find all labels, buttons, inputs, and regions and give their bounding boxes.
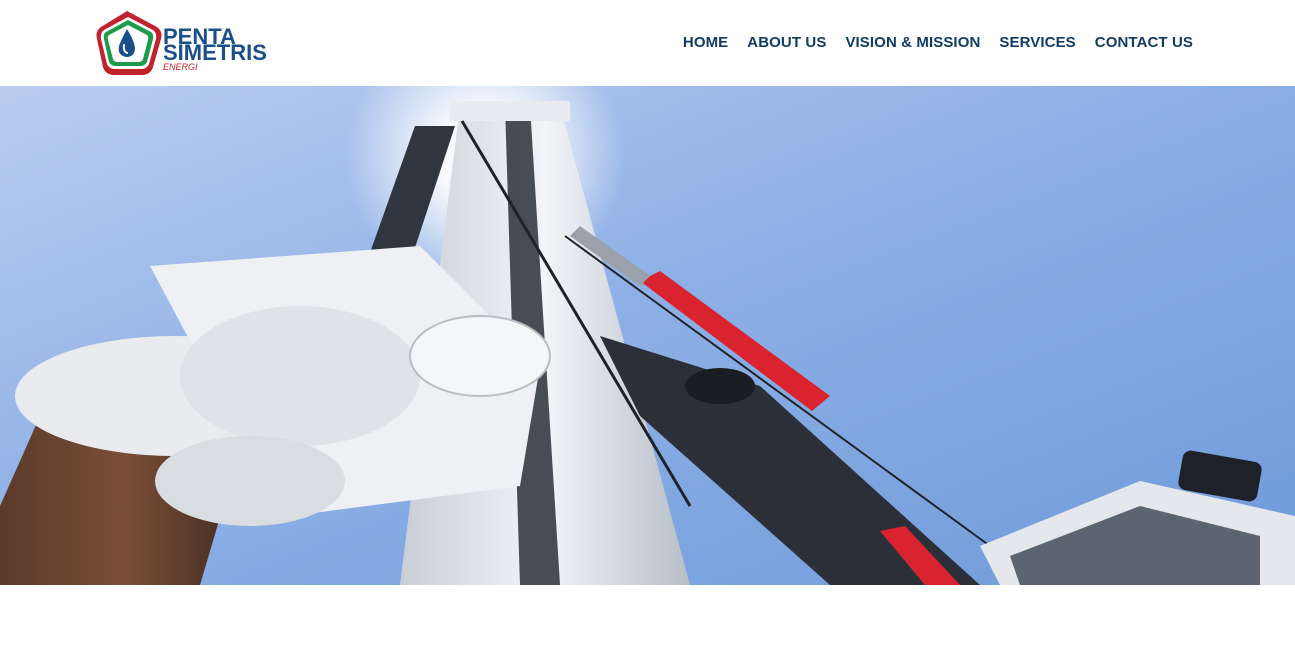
nav-services[interactable]: SERVICES xyxy=(999,34,1075,52)
hub-plate xyxy=(409,315,551,397)
hero-banner xyxy=(0,86,1295,585)
nav-home[interactable]: HOME xyxy=(683,34,728,52)
nav-about-us[interactable]: ABOUT US xyxy=(747,34,826,52)
mast-top xyxy=(450,101,570,121)
brand-wordmark: PENTA SIMETRIS ENERGI xyxy=(163,24,267,72)
drilling-rig-image xyxy=(0,86,1295,585)
main-nav: HOME ABOUT US VISION & MISSION SERVICES … xyxy=(664,34,1193,52)
nav-vision-mission[interactable]: VISION & MISSION xyxy=(845,34,980,52)
gearbox xyxy=(180,306,420,446)
brand-line3: ENERGI xyxy=(163,62,198,72)
lower-housing xyxy=(155,436,345,526)
nav-contact-us[interactable]: CONTACT US xyxy=(1095,34,1193,52)
oil-drop-pentagon-icon xyxy=(96,11,162,75)
site-header: PENTA SIMETRIS ENERGI HOME ABOUT US VISI… xyxy=(0,0,1295,86)
page-body xyxy=(0,585,1295,670)
boom-hole xyxy=(685,368,755,404)
site-logo[interactable]: PENTA SIMETRIS ENERGI xyxy=(95,9,295,77)
